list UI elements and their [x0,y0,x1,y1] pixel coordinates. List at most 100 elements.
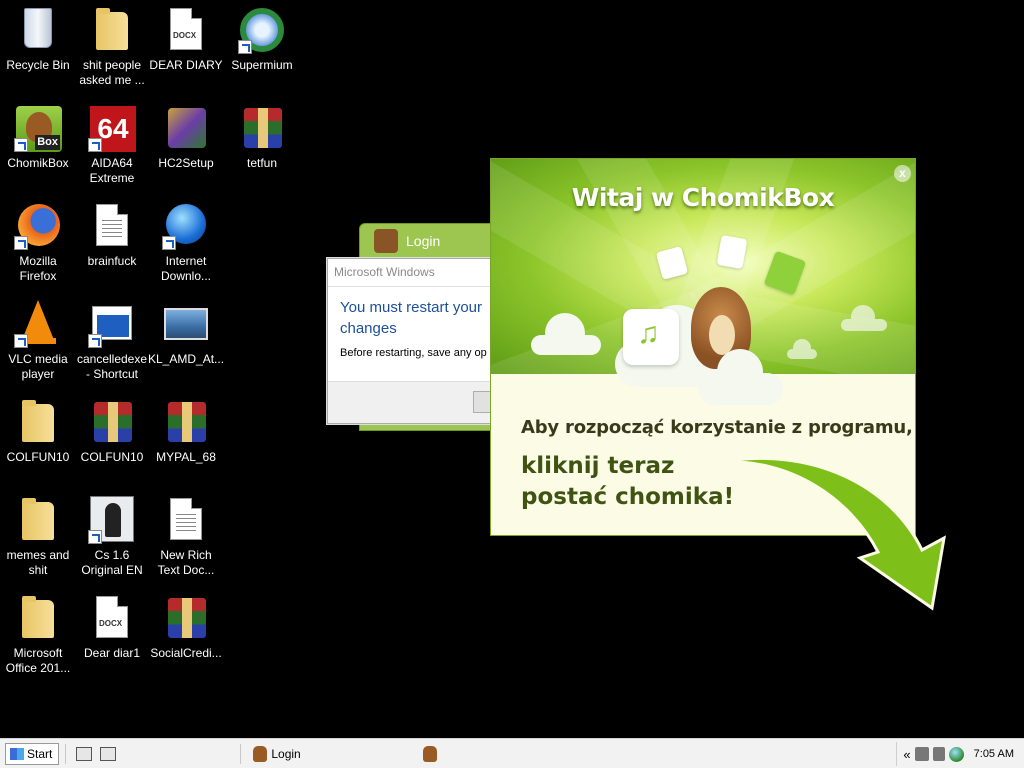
globe-download-icon [162,202,210,250]
shortcut-arrow-icon [14,138,28,152]
desktop-icon-hc2setup[interactable]: HC2Setup [148,104,224,171]
desktop-icon-label: Recycle Bin [6,58,70,72]
desktop-icon-recycle-bin[interactable]: Recycle Bin [0,6,76,73]
setup-icon [162,104,210,152]
shortcut-arrow-icon [88,530,102,544]
folder-icon [14,594,62,642]
winrar-icon [88,398,136,446]
desktop-icon-brainfuck[interactable]: brainfuck [74,202,150,269]
login-window-titlebar[interactable]: Login [360,224,508,258]
firefox-icon [14,202,62,250]
dialog-main-text: You must restart your changes [328,287,498,339]
desktop-icon-label: SocialCredi... [150,646,222,660]
counter-strike-icon [88,496,136,544]
dialog-main-text-line1: You must restart your [340,299,483,316]
quick-launch-icon[interactable] [100,746,117,761]
desktop-icon-label: Dear diar1 [83,646,141,660]
desktop-icon-new-rich-text[interactable]: New Rich Text Doc... [148,496,224,578]
network-icon[interactable] [914,747,929,761]
taskbar-separator [240,743,242,764]
exe-icon [88,300,136,348]
folder-icon [88,6,136,54]
desktop-icon-chomikbox[interactable]: ChomikBox [0,104,76,171]
close-icon[interactable]: x [894,165,911,182]
desktop-icon-supermium[interactable]: Supermium [224,6,300,73]
desktop-icon-label: cancelledexe - Shortcut [76,352,148,381]
desktop-icon-aida64[interactable]: 64 AIDA64 Extreme [74,104,150,186]
windows-logo-icon [10,747,24,760]
cloud-icon [699,349,783,405]
taskbar-item-label: Login [271,746,301,761]
chomikbox-icon [253,745,268,762]
text-file-icon [88,202,136,250]
shortcut-arrow-icon [88,334,102,348]
folder-icon [14,496,62,544]
winrar-icon [162,594,210,642]
restart-dialog[interactable]: Microsoft Windows You must restart your … [327,258,513,424]
winrar-icon [238,104,286,152]
desktop-icon-dear-diar1[interactable]: DOCX Dear diar1 [74,594,150,661]
desktop-icon-label: MYPAL_68 [156,450,216,464]
globe-icon[interactable] [948,746,964,762]
tray-expand-button[interactable]: « [903,747,910,762]
desktop-icon-kl-amd[interactable]: KL_AMD_At... [148,300,224,367]
desktop-icon-dear-diary[interactable]: DOCX DEAR DIARY [148,6,224,73]
shortcut-arrow-icon [14,334,28,348]
show-desktop-icon[interactable] [76,746,93,761]
desktop-icon-firefox[interactable]: Mozilla Firefox [0,202,76,284]
desktop-icon-label: tetfun [246,156,278,170]
clock[interactable]: 7:05 AM [974,748,1014,760]
desktop-icon-office[interactable]: Microsoft Office 201... [0,594,76,676]
desktop-icon-label: COLFUN10 [6,450,70,464]
desktop-icon-socialcredit[interactable]: SocialCredi... [148,594,224,661]
desktop-icon-label: Supermium [231,58,293,72]
winrar-icon [162,398,210,446]
taskbar: Start Login « 7:05 AM [0,738,1024,768]
music-file-icon [623,309,679,365]
desktop-icon-label: Cs 1.6 Original EN [81,548,143,577]
desktop-icon-memes[interactable]: memes and shit [0,496,76,578]
aida64-icon: 64 [88,104,136,152]
image-icon [162,300,210,348]
desktop-icon-label: Mozilla Firefox [19,254,57,283]
chomikbox-icon [14,104,62,152]
desktop-icon-label: AIDA64 Extreme [89,156,135,185]
popup-title: Witaj w ChomikBox [571,183,835,212]
desktop-icon-cs16[interactable]: Cs 1.6 Original EN [74,496,150,578]
taskbar-item-chomikbox[interactable] [417,742,443,766]
recycle-bin-icon [14,6,62,54]
cloud-icon [841,305,887,331]
desktop-icon-vlc[interactable]: VLC media player [0,300,76,382]
popup-instruction-line1: Aby rozpocząć korzystanie z programu, [521,417,913,438]
shortcut-arrow-icon [162,236,176,250]
desktop-icon-folder-1[interactable]: shit people asked me ... [74,6,150,88]
system-tray: « 7:05 AM [896,742,1024,766]
desktop-icon-label: New Rich Text Doc... [157,548,215,577]
docx-icon: DOCX [88,594,136,642]
rtf-icon [162,496,210,544]
green-arrow-icon [719,456,947,611]
browser-icon [238,6,286,54]
desktop-icon-mypal[interactable]: MYPAL_68 [148,398,224,465]
shortcut-arrow-icon [14,236,28,250]
desktop-icon-colfun10-rar[interactable]: COLFUN10 [74,398,150,465]
cloud-icon [531,313,601,355]
dialog-main-text-line2: changes [340,320,397,337]
start-button[interactable]: Start [5,742,60,765]
dialog-title: Microsoft Windows [328,259,498,287]
start-label: Start [27,746,53,761]
dialog-footer [328,381,513,423]
login-window-title: Login [406,233,441,249]
chomikbox-icon [374,229,398,253]
folder-icon [14,398,62,446]
desktop-icon-idm[interactable]: Internet Downlo... [148,202,224,284]
desktop-icon-label: HC2Setup [158,156,214,170]
desktop-icon-label: COLFUN10 [80,450,144,464]
desktop-icon-tetfun[interactable]: tetfun [224,104,300,171]
desktop-icon-cancelledexe[interactable]: cancelledexe - Shortcut [74,300,150,382]
desktop-icon-colfun10-folder[interactable]: COLFUN10 [0,398,76,465]
taskbar-item-login[interactable]: Login [247,742,306,766]
desktop-icon-label: VLC media player [8,352,68,381]
desktop-icon-label: ChomikBox [7,156,69,170]
volume-icon[interactable] [932,747,945,761]
